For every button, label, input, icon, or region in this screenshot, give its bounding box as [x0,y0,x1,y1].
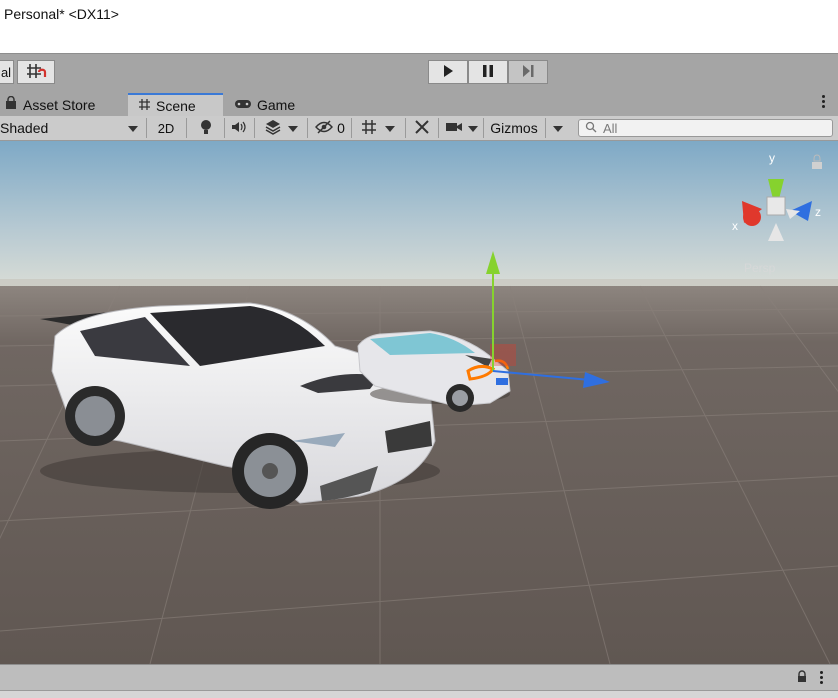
play-button[interactable] [428,60,468,84]
draw-mode-dropdown[interactable]: Shaded [0,116,142,140]
play-icon [441,64,455,81]
audio-toggle[interactable] [226,116,252,140]
search-icon [585,121,597,136]
scene-toolbar: Shaded 2D 0 Gizmos All [0,116,838,141]
effects-dropdown[interactable] [256,116,306,140]
grid-dropdown[interactable] [353,116,403,140]
light-bulb-icon [200,119,212,138]
toolbar-partial-label: al [0,64,12,80]
gizmos-button[interactable]: Gizmos [485,116,543,140]
skybox [0,141,838,291]
layers-icon [264,119,282,138]
step-icon [521,64,535,81]
gizmos-label: Gizmos [490,120,538,136]
scene-visibility-toggle[interactable]: 0 [310,116,350,140]
tab-scene[interactable]: Scene [128,93,223,116]
pause-icon [481,64,495,81]
window-title: Personal* <DX11> [4,6,119,22]
eye-hidden-icon [315,119,334,137]
wrench-icon [414,119,430,138]
grid-hash-icon [138,98,151,114]
gizmos-dropdown[interactable] [547,116,569,140]
toolbar-partial-button[interactable]: al [0,60,14,84]
shopping-bag-icon [4,95,18,113]
step-button[interactable] [508,60,548,84]
main-toolbar: al [0,53,838,91]
lock-icon[interactable] [797,670,807,688]
scene-viewport[interactable]: y x z Persp [0,141,838,664]
bottom-panel-header [0,664,838,690]
lighting-toggle[interactable] [190,116,222,140]
toggle-2d-label: 2D [157,120,175,136]
camera-dropdown[interactable] [440,116,482,140]
bottom-panel-body [0,690,838,698]
chevron-down-icon [467,120,478,136]
toggle-2d-button[interactable]: 2D [150,116,182,140]
search-placeholder: All [603,120,618,136]
more-options-icon[interactable] [820,671,824,684]
tab-asset-store[interactable]: Asset Store [0,93,124,116]
gizmo-y-label: y [769,151,775,165]
pause-button[interactable] [468,60,508,84]
title-bar: Personal* <DX11> [0,0,838,53]
more-options-icon[interactable] [822,95,826,110]
tab-game-label: Game [257,96,296,113]
tab-asset-store-label: Asset Store [23,96,96,113]
scene-search-input[interactable]: All [578,119,833,137]
hidden-count: 0 [337,120,345,136]
grid-snap-icon [25,62,47,83]
speaker-icon [231,120,247,137]
chevron-down-icon [288,120,298,136]
gamepad-icon [234,97,252,113]
grid-hash-icon [361,119,379,138]
tab-row: Asset Store Scene Game [0,91,838,116]
draw-mode-label: Shaded [0,120,49,136]
gizmo-x-label: x [732,219,738,233]
tab-scene-label: Scene [156,97,196,114]
chevron-down-icon [553,120,563,136]
projection-label[interactable]: Persp [744,261,776,275]
tools-button[interactable] [408,116,436,140]
gizmo-z-label: z [815,205,821,219]
tab-game[interactable]: Game [230,93,320,116]
chevron-down-icon [385,120,395,136]
camera-icon [445,120,463,136]
chevron-down-icon [128,120,138,136]
grid-snap-button[interactable] [17,60,55,84]
